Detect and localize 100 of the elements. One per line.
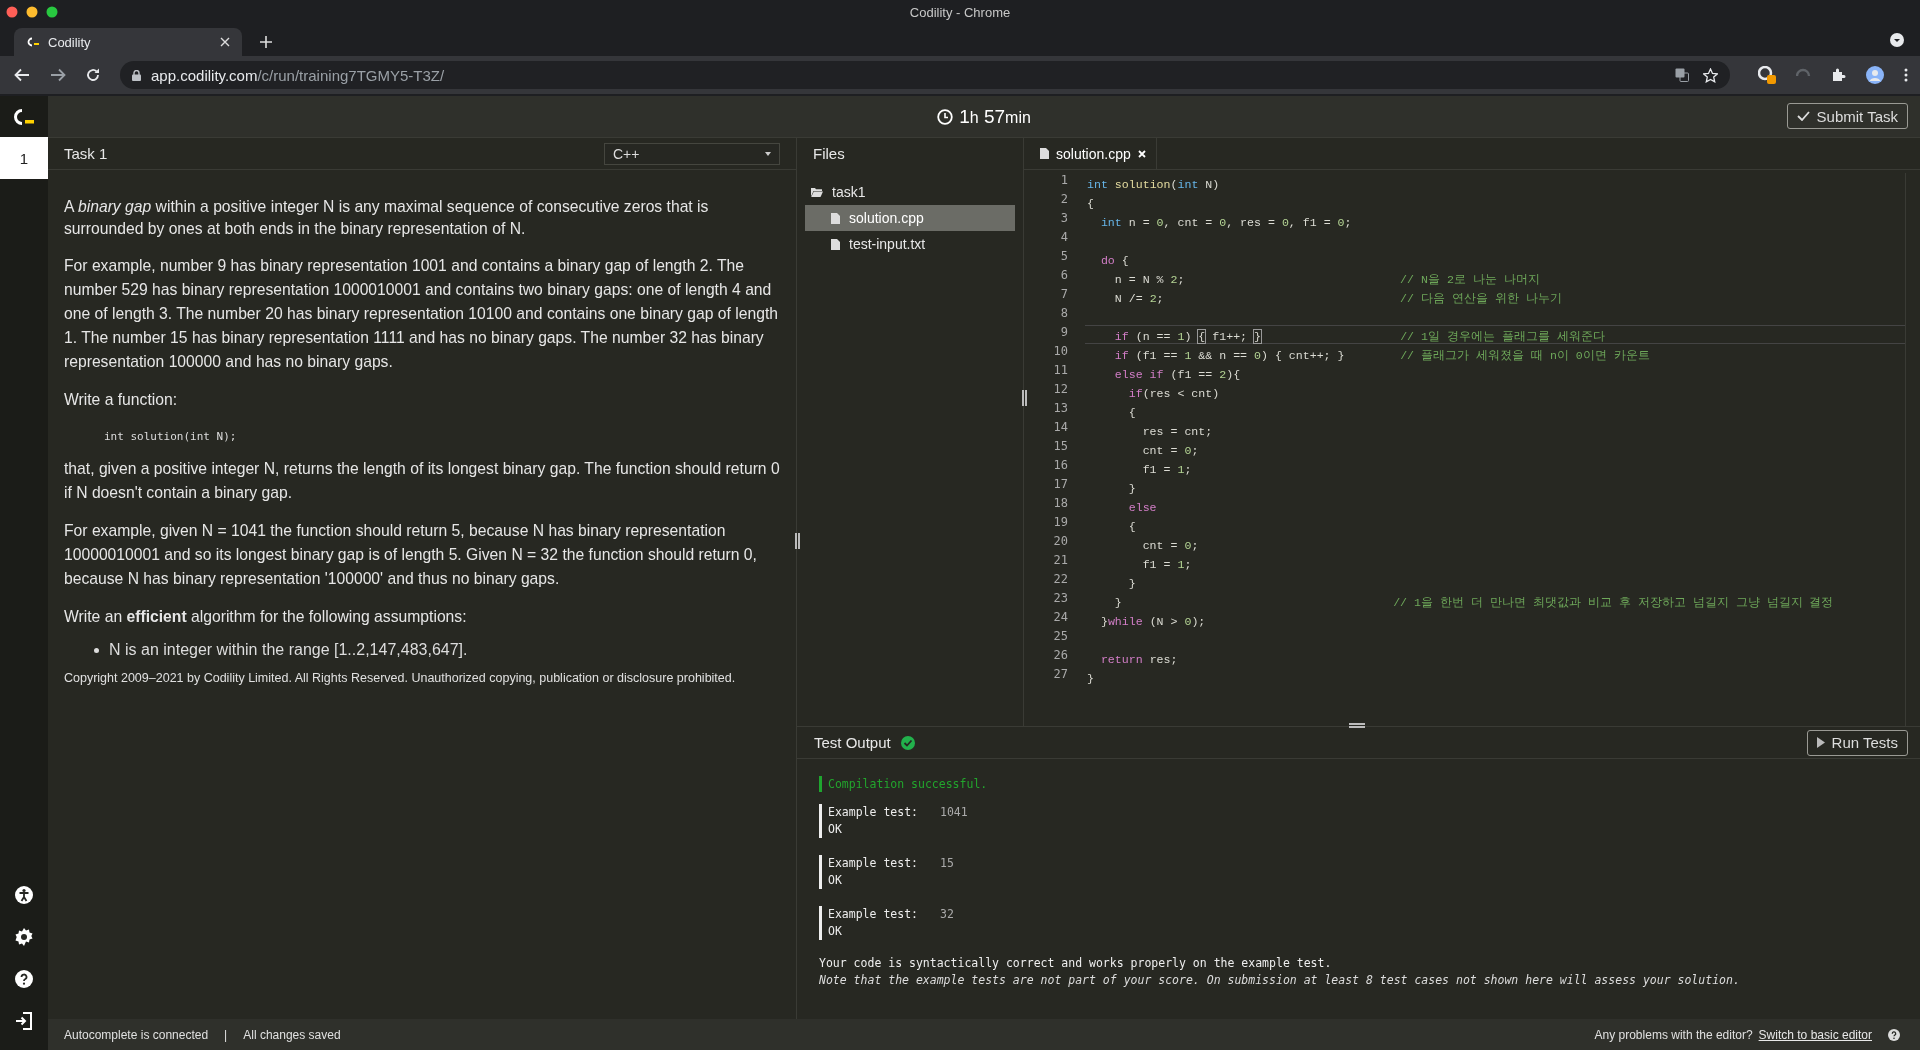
open-folder-icon	[811, 187, 823, 197]
file-icon	[831, 238, 840, 250]
line-number: 2	[1059, 192, 1068, 208]
code-line[interactable]: cnt = 0;	[1087, 444, 1199, 457]
clock-icon	[937, 108, 954, 125]
accessibility-icon[interactable]	[15, 886, 33, 904]
separator-text: |	[224, 1027, 228, 1042]
code-line[interactable]: else	[1087, 501, 1157, 514]
code-line[interactable]: n = N % 2; // N을 2로 나눈 나머지	[1087, 272, 1540, 287]
line-number: 4	[1059, 230, 1068, 246]
line-number: 7	[1059, 287, 1068, 303]
file-tree-item[interactable]: task1	[805, 179, 1015, 205]
status-text: Any problems with the editor?	[1594, 1027, 1753, 1042]
line-number: 21	[1052, 553, 1068, 569]
line-number: 11	[1052, 363, 1068, 379]
summary-text: Your code is syntactically correct and works properly on the example test.	[819, 955, 1333, 972]
code-line[interactable]: if (f1 == 1 && n == 0) { cnt++; } // 플래그가 세워졌을 때 n이 0이면 카운트	[1087, 348, 1650, 363]
window-controls-icon[interactable]	[6, 6, 58, 18]
code-line[interactable]: int solution(int N)	[1087, 178, 1220, 191]
code-line[interactable]: if(res < cnt)	[1087, 387, 1220, 400]
code-line[interactable]: int n = 0, cnt = 0, res = 0, f1 = 0;	[1087, 216, 1352, 229]
line-number: 17	[1052, 477, 1068, 493]
panel-title: Test Output	[814, 734, 891, 751]
sign-out-icon[interactable]	[15, 1012, 33, 1030]
code-line[interactable]: res = cnt;	[1087, 425, 1213, 438]
code-line[interactable]: else if (f1 == 2){	[1087, 368, 1241, 381]
file-tree-item[interactable]: test-input.txt	[805, 231, 1015, 257]
more-icon[interactable]	[1904, 68, 1908, 82]
resize-handle[interactable]	[795, 533, 800, 549]
reload-icon[interactable]	[86, 68, 100, 82]
line-number: 3	[1059, 211, 1068, 227]
switch-editor-link[interactable]: Switch to basic editor	[1758, 1027, 1872, 1042]
code-line[interactable]: N /= 2; // 다음 연산을 위한 나누기	[1087, 291, 1562, 306]
line-number: 24	[1052, 610, 1068, 626]
code-line[interactable]: }while (N > 0);	[1087, 615, 1206, 628]
test-status: OK	[828, 872, 843, 889]
new-tab-icon[interactable]	[260, 36, 272, 48]
code-line[interactable]: return res;	[1087, 653, 1178, 666]
extension-badge-icon[interactable]	[1758, 66, 1776, 84]
test-status: OK	[828, 923, 843, 940]
code-line[interactable]: f1 = 1;	[1087, 463, 1192, 476]
line-number: 10	[1052, 344, 1068, 360]
code-line[interactable]: cnt = 0;	[1087, 539, 1199, 552]
task-paragraph: that, given a positive integer N, returns the length of its longest binary gap. The function should return 0 if N doesn't contain a binary gap.	[64, 459, 780, 503]
file-icon	[831, 212, 840, 224]
task-paragraph: For example, number 9 has binary representation 1001 and contains a binary gap of length 2. The number 529 has binary representation 1000010001 and contains two binary gaps: one of length 4 and one of length 3. The number 20 has binary representation 10100 and contains one binary gap of length 1. The number 15 has binary representation 1111 and has no binary gaps. The number 32 has binary representation 100000 and has no binary gaps.	[64, 256, 779, 372]
star-icon[interactable]	[1703, 67, 1718, 83]
code-line[interactable]: }	[1087, 577, 1136, 590]
back-icon[interactable]	[14, 68, 30, 82]
code-line[interactable]: {	[1087, 406, 1136, 419]
test-status: OK	[828, 821, 843, 838]
line-number: 8	[1059, 306, 1068, 322]
panel-title: Files	[813, 145, 845, 162]
test-value-text: 15	[940, 856, 954, 870]
help-icon[interactable]	[1888, 1028, 1900, 1041]
code-line[interactable]: if (n == 1) { f1++; } // 1일 경우에는 플래그를 세워준다	[1087, 329, 1605, 344]
settings-icon[interactable]	[15, 928, 33, 946]
code-line[interactable]: {	[1087, 520, 1136, 533]
line-number: 19	[1052, 515, 1068, 531]
tab-search-icon[interactable]	[1890, 33, 1904, 47]
run-tests-button[interactable]: Run Tests	[1806, 729, 1908, 756]
submit-task-button[interactable]: Submit Task	[1786, 103, 1908, 129]
code-line[interactable]: {	[1087, 197, 1094, 210]
line-number: 13	[1052, 401, 1068, 417]
code-line[interactable]: }	[1087, 482, 1136, 495]
panel-title: Task 1	[64, 145, 109, 162]
language-select[interactable]: C++	[604, 142, 780, 165]
forward-icon[interactable]	[50, 68, 66, 82]
compilation-message: Compilation successful.	[819, 776, 1898, 792]
code-line[interactable]: } // 1을 한번 더 만나면 최댓값과 비교 후 저장하고 넘길지 그냥 넘길지 결정	[1087, 595, 1834, 610]
task-paragraph: Write an efficient algorithm for the following assumptions:	[64, 607, 468, 627]
line-number: 25	[1052, 629, 1068, 645]
resize-handle[interactable]	[1349, 723, 1365, 728]
status-text: Autocomplete is connected	[64, 1027, 209, 1042]
line-number: 12	[1052, 382, 1068, 398]
task-paragraph: A binary gap within a positive integer N is any maximal sequence of consecutive zeros that is surrounded by ones at both ends in the binary representation of N.	[64, 197, 710, 239]
file-tree-item[interactable]: solution.cpp	[805, 205, 1015, 231]
line-number: 23	[1052, 591, 1068, 607]
play-icon	[1816, 737, 1825, 748]
code-line[interactable]: f1 = 1;	[1087, 558, 1192, 571]
line-number: 22	[1052, 572, 1068, 588]
help-icon[interactable]	[15, 970, 33, 988]
close-icon[interactable]	[220, 37, 230, 47]
line-number: 1	[1059, 173, 1068, 189]
caret-icon	[765, 151, 771, 156]
codility-logo-icon	[26, 37, 40, 47]
resize-handle[interactable]	[1022, 390, 1027, 406]
line-number: 27	[1052, 667, 1068, 683]
codility-logo-icon[interactable]	[12, 107, 36, 126]
copyright-text: Copyright 2009–2021 by Codility Limited. All Rights Reserved. Unauthorized copying, publication or disclosure prohibited.	[64, 671, 737, 685]
task-tab[interactable]: 1	[0, 137, 48, 179]
avatar-icon[interactable]	[1866, 66, 1884, 84]
browser-tab[interactable]: Codility	[14, 28, 242, 56]
url-text: app.codility.com/c/run/training7TGMY5-T3Z/	[151, 66, 445, 84]
line-number: 15	[1052, 439, 1068, 455]
puzzle-icon[interactable]	[1832, 68, 1846, 82]
code-line[interactable]: do {	[1087, 254, 1129, 267]
address-field[interactable]: app.codility.com/c/run/training7TGMY5-T3Z/	[120, 61, 1730, 89]
translate-icon[interactable]	[1675, 68, 1689, 82]
code-line[interactable]: }	[1087, 672, 1094, 685]
